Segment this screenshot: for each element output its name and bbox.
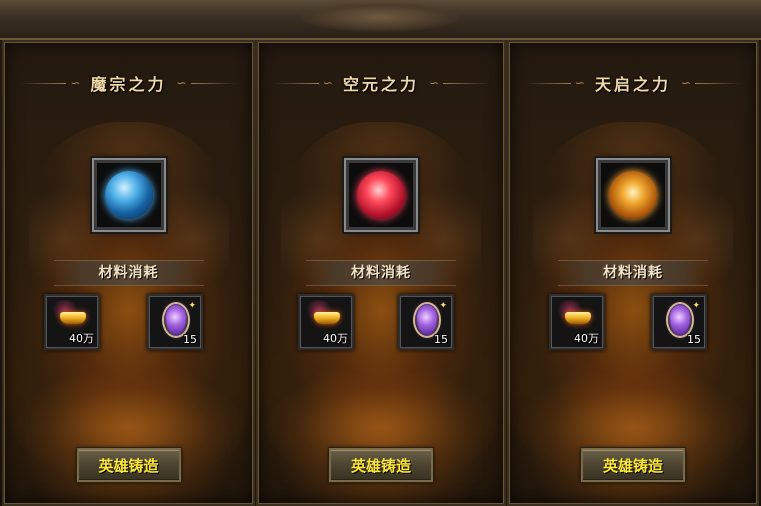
title-divider-left [524, 82, 571, 84]
title-divider-left [20, 82, 67, 84]
golden-figure-orb-icon [609, 171, 657, 219]
material-quantity: 15 [434, 333, 448, 346]
window-top-bar [0, 0, 761, 40]
material-quantity: 40万 [323, 332, 348, 345]
hero-forge-button[interactable]: 英雄铸造 [580, 447, 686, 483]
gold-ingot-icon [565, 312, 591, 324]
forge-panel-kongyuan: ∽ 空元之力 ∽ 材料消耗 40万 ✦ 15 英雄铸造 [256, 40, 506, 506]
material-slot-gold[interactable]: 40万 [298, 294, 354, 350]
material-quantity: 40万 [69, 332, 94, 345]
material-slot-gem[interactable]: ✦ 15 [651, 294, 707, 350]
forge-panel-mozong: ∽ 魔宗之力 ∽ 材料消耗 40万 ✦ 15 英雄铸造 [2, 40, 255, 506]
power-orb-slot[interactable] [596, 158, 670, 232]
panel-title: 空元之力 [342, 75, 419, 94]
material-cost-label: 材料消耗 [558, 260, 708, 286]
panel-title-row: ∽ 空元之力 ∽ [258, 70, 504, 96]
forge-window: ∽ 魔宗之力 ∽ 材料消耗 40万 ✦ 15 英雄铸造 ∽ 空元之力 ∽ 材料消… [0, 0, 761, 506]
swirl-ornament-icon: ∽ [70, 76, 81, 90]
title-divider-right [190, 82, 237, 84]
panel-title-row: ∽ 天启之力 ∽ [509, 70, 757, 96]
panel-title: 魔宗之力 [90, 75, 167, 94]
sparkle-icon: ✦ [439, 301, 447, 311]
title-divider-left [272, 82, 319, 84]
sparkle-icon: ✦ [692, 301, 700, 311]
red-crystal-orb-icon [357, 171, 405, 219]
forge-panels: ∽ 魔宗之力 ∽ 材料消耗 40万 ✦ 15 英雄铸造 ∽ 空元之力 ∽ 材料消… [0, 40, 761, 506]
swirl-ornament-icon: ∽ [574, 76, 585, 90]
power-orb-slot[interactable] [91, 158, 166, 232]
panel-title: 天启之力 [594, 75, 671, 94]
material-cost-label: 材料消耗 [306, 260, 456, 286]
material-cost-label: 材料消耗 [53, 260, 204, 286]
hero-forge-button[interactable]: 英雄铸造 [75, 447, 182, 483]
hero-forge-button[interactable]: 英雄铸造 [328, 447, 434, 483]
swirl-ornament-icon: ∽ [681, 76, 692, 90]
swirl-ornament-icon: ∽ [322, 76, 333, 90]
material-quantity: 40万 [574, 332, 599, 345]
material-slot-gold[interactable]: 40万 [44, 294, 100, 350]
material-slot-gold[interactable]: 40万 [549, 294, 605, 350]
swirl-ornament-icon: ∽ [429, 76, 440, 90]
material-quantity: 15 [687, 333, 701, 346]
blue-crystal-orb-icon [104, 171, 153, 219]
title-divider-right [443, 82, 490, 84]
title-divider-right [695, 82, 742, 84]
power-orb-slot[interactable] [344, 158, 418, 232]
material-slot-gem[interactable]: ✦ 15 [398, 294, 454, 350]
forge-panel-tianqi: ∽ 天启之力 ∽ 材料消耗 40万 ✦ 15 英雄铸造 [507, 40, 759, 506]
sparkle-icon: ✦ [188, 301, 196, 311]
material-slot-gem[interactable]: ✦ 15 [147, 294, 203, 350]
gold-ingot-icon [60, 312, 86, 324]
swirl-ornament-icon: ∽ [176, 76, 187, 90]
gold-ingot-icon [314, 312, 340, 324]
panel-title-row: ∽ 魔宗之力 ∽ [4, 70, 253, 96]
material-quantity: 15 [183, 333, 197, 346]
top-ornament-icon [300, 2, 460, 32]
